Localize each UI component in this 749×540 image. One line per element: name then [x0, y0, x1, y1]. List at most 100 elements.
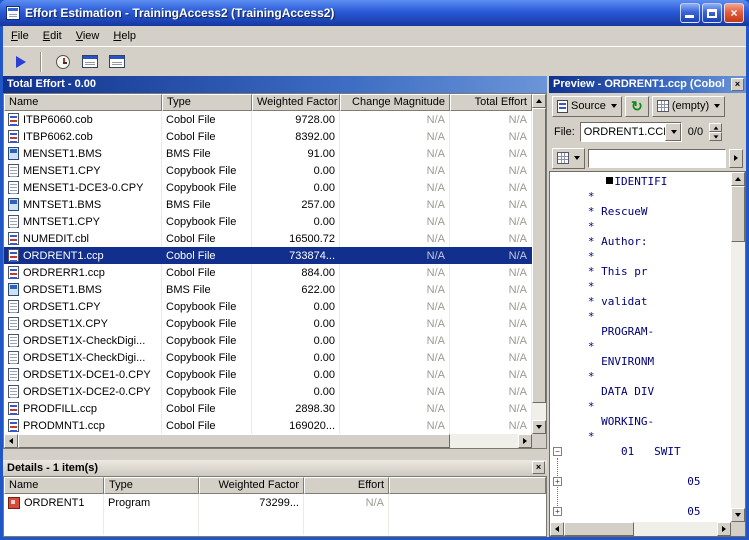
table-row[interactable]: ORDRERR1.ccpCobol File884.00N/AN/A	[4, 264, 532, 281]
column-header-total-effort[interactable]: Total Effort	[450, 94, 532, 111]
code-line: *	[568, 219, 731, 234]
code-vscrollbar[interactable]	[731, 172, 745, 522]
column-header-type[interactable]: Type	[104, 477, 199, 494]
column-header-weighted-factor[interactable]: Weighted Factor	[199, 477, 304, 494]
code-line: *	[568, 339, 731, 354]
view-options-button[interactable]	[552, 148, 585, 169]
table-row[interactable]: ORDSET1X-DCE1-0.CPYCopybook File0.00N/AN…	[4, 366, 532, 383]
cell-change-magnitude: N/A	[340, 366, 450, 383]
menu-item-edit[interactable]: Edit	[36, 27, 69, 45]
column-header-change-magnitude[interactable]: Change Magnitude	[340, 94, 450, 111]
close-button[interactable]: ×	[724, 3, 744, 23]
search-row	[549, 145, 746, 171]
title-bar[interactable]: Effort Estimation - TrainingAccess2 (Tra…	[0, 0, 749, 26]
code-line: * This pr	[568, 264, 731, 279]
table-row[interactable]: ORDRENT1Program73299...N/A	[4, 494, 546, 511]
table-row[interactable]: ITBP6062.cobCobol File8392.00N/AN/A	[4, 128, 532, 145]
hscroll-track[interactable]	[18, 434, 518, 448]
column-header-name[interactable]: Name	[4, 94, 162, 111]
column-header-weighted-factor[interactable]: Weighted Factor	[252, 94, 340, 111]
expand-fold-icon[interactable]: +	[553, 507, 562, 516]
scroll-left-button[interactable]	[4, 434, 18, 448]
column-header-name[interactable]: Name	[4, 477, 104, 494]
details-close-button[interactable]: ×	[532, 461, 545, 474]
table-row[interactable]: MENSET1-DCE3-0.CPYCopybook File0.00N/AN/…	[4, 179, 532, 196]
table-row[interactable]: ITBP6060.cobCobol File9728.00N/AN/A	[4, 111, 532, 128]
preview-close-button[interactable]: ×	[731, 78, 744, 91]
program-file-icon	[8, 497, 20, 509]
preview-toggle-button[interactable]	[77, 49, 102, 74]
file-combobox[interactable]: ORDRENT1.CCP	[580, 122, 682, 142]
scroll-right-button[interactable]	[717, 522, 731, 536]
column-header-effort[interactable]: Effort	[304, 477, 389, 494]
details-toggle-button[interactable]	[104, 49, 129, 74]
code-line: ENVIRONM	[568, 354, 731, 369]
scroll-up-button[interactable]	[731, 172, 745, 186]
window-title: Effort Estimation - TrainingAccess2 (Tra…	[25, 6, 680, 20]
scroll-left-button[interactable]	[550, 522, 564, 536]
cell-change-magnitude: N/A	[340, 162, 450, 179]
empty-dropdown-button[interactable]: (empty)	[652, 96, 725, 117]
effort-table-vscrollbar[interactable]	[532, 94, 546, 434]
preview-search-input[interactable]	[588, 149, 726, 168]
menu-item-file[interactable]: File	[4, 27, 36, 45]
menu-item-view[interactable]: View	[69, 27, 107, 45]
maximize-button[interactable]	[702, 3, 722, 23]
effort-table-body: ITBP6060.cobCobol File9728.00N/AN/AITBP6…	[4, 111, 532, 434]
maximize-icon	[707, 9, 717, 18]
table-row[interactable]: MNTSET1.CPYCopybook File0.00N/AN/A	[4, 213, 532, 230]
scroll-down-button[interactable]	[731, 508, 745, 522]
hscroll-thumb[interactable]	[564, 522, 634, 536]
scroll-down-button[interactable]	[532, 420, 546, 434]
code-hscrollbar[interactable]	[550, 522, 731, 536]
spin-up-button[interactable]	[709, 123, 722, 132]
table-row[interactable]: ORDSET1X-CheckDigi...Copybook File0.00N/…	[4, 332, 532, 349]
effort-table-hscrollbar[interactable]	[4, 434, 532, 448]
vscroll-track[interactable]	[731, 186, 745, 508]
scroll-up-button[interactable]	[532, 94, 546, 108]
table-row[interactable]: MENSET1.CPYCopybook File0.00N/AN/A	[4, 162, 532, 179]
chevron-down-icon	[611, 104, 617, 108]
cell-total-effort: N/A	[450, 383, 532, 400]
column-header-type[interactable]: Type	[162, 94, 252, 111]
cell-weighted-factor: 884.00	[252, 264, 340, 281]
vscroll-thumb[interactable]	[731, 186, 745, 242]
cobol-file-icon	[8, 402, 19, 415]
cell-change-magnitude: N/A	[340, 281, 450, 298]
table-row[interactable]: PRODFILL.ccpCobol File2898.30N/AN/A	[4, 400, 532, 417]
hscroll-track[interactable]	[564, 522, 717, 536]
spin-down-button[interactable]	[709, 132, 722, 141]
table-row[interactable]: ORDSET1.CPYCopybook File0.00N/AN/A	[4, 298, 532, 315]
table-row[interactable]: ORDSET1.BMSBMS File622.00N/AN/A	[4, 281, 532, 298]
bms-file-icon	[8, 147, 19, 160]
cobol-file-icon	[8, 113, 19, 126]
refresh-button[interactable]: ↻	[625, 96, 649, 117]
table-row[interactable]: MENSET1.BMSBMS File91.00N/AN/A	[4, 145, 532, 162]
vscroll-thumb[interactable]	[532, 108, 546, 403]
main-toolbar	[3, 46, 746, 76]
table-row[interactable]: ORDSET1X-CheckDigi...Copybook File0.00N/…	[4, 349, 532, 366]
cell-name: ORDSET1X-DCE1-0.CPY	[4, 366, 162, 383]
scroll-right-button[interactable]	[518, 434, 532, 448]
hscroll-thumb[interactable]	[18, 434, 450, 448]
table-row[interactable]: ORDSET1X-DCE2-0.CPYCopybook File0.00N/AN…	[4, 383, 532, 400]
minimize-button[interactable]	[680, 3, 700, 23]
run-estimation-button[interactable]	[7, 49, 32, 74]
table-row[interactable]: PRODMNT1.ccpCobol File169020...N/AN/A	[4, 417, 532, 434]
vscroll-track[interactable]	[532, 108, 546, 420]
expand-fold-icon[interactable]: +	[553, 477, 562, 486]
source-button[interactable]: Source	[552, 96, 622, 117]
collapse-fold-icon[interactable]: −	[553, 447, 562, 456]
toolbar-overflow-button[interactable]	[729, 149, 743, 168]
cell-name: MENSET1.BMS	[4, 145, 162, 162]
file-combobox-dropdown[interactable]	[665, 123, 681, 141]
code-viewer[interactable]: −++ IDENTIFI * * RescueW * * Author: * *…	[549, 171, 746, 537]
table-row[interactable]: MNTSET1.BMSBMS File257.00N/AN/A	[4, 196, 532, 213]
effort-options-button[interactable]	[50, 49, 75, 74]
cell-weighted-factor: 0.00	[252, 349, 340, 366]
menu-item-help[interactable]: Help	[106, 27, 143, 45]
table-row[interactable]: ORDSET1X.CPYCopybook File0.00N/AN/A	[4, 315, 532, 332]
table-row[interactable]: NUMEDIT.cblCobol File16500.72N/AN/A	[4, 230, 532, 247]
table-row[interactable]: ORDRENT1.ccpCobol File733874...N/AN/A	[4, 247, 532, 264]
cell-weighted-factor: 169020...	[252, 417, 340, 434]
